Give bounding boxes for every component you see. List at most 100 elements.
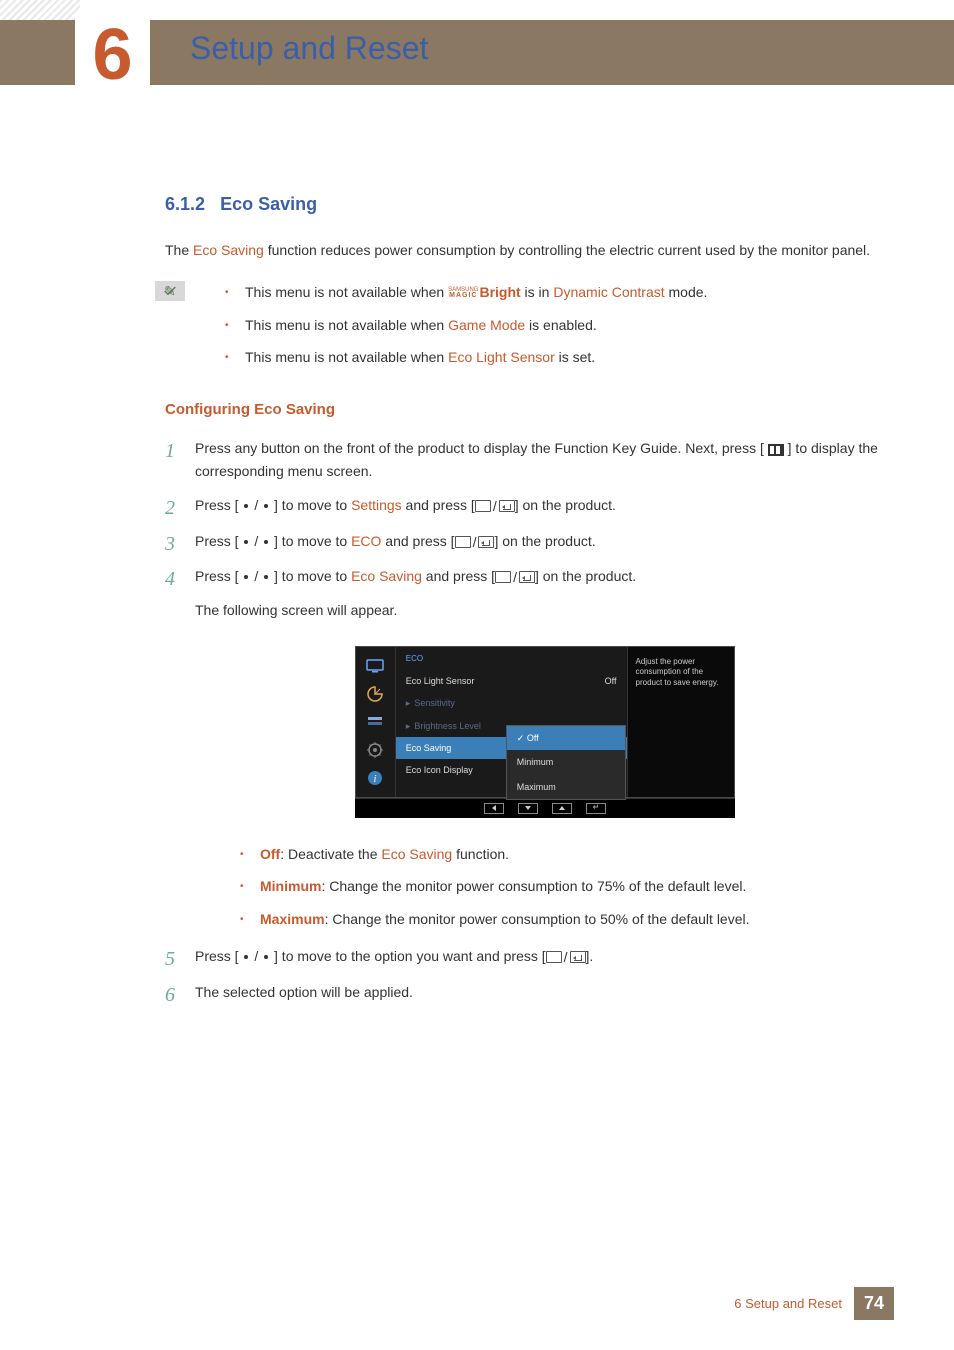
steps-list: Press any button on the front of the pro…: [165, 437, 885, 1003]
section-number: 6.1.2: [165, 194, 205, 214]
term-eco: ECO: [351, 533, 381, 549]
nav-enter-icon: /: [455, 531, 495, 553]
nav-up-icon: [552, 803, 572, 814]
term-dynamic-contrast: Dynamic Contrast: [553, 284, 664, 300]
label: Eco Icon Display: [406, 763, 473, 777]
label: Maximum: [260, 911, 325, 927]
text: ] to move to: [270, 497, 351, 513]
text: is in: [521, 284, 554, 300]
text: and press [: [402, 497, 475, 513]
text: Press any button on the front of the pro…: [195, 440, 768, 456]
osd-help-text: Adjust the power consumption of the prod…: [627, 647, 735, 797]
monitor-icon: [364, 657, 386, 675]
step-1: Press any button on the front of the pro…: [165, 437, 885, 482]
content-area: 6.1.2 Eco Saving The Eco Saving function…: [165, 190, 885, 1015]
osd-nav-bar: [355, 798, 735, 818]
text: : Deactivate the: [280, 846, 381, 862]
nav-enter-icon: /: [546, 946, 586, 968]
footer-text: 6 Setup and Reset: [734, 1296, 842, 1311]
nav-enter-icon: /: [495, 566, 535, 588]
osd-option-off: Off: [507, 726, 625, 750]
note-line-3: This menu is not available when Eco Ligh…: [225, 346, 885, 368]
osd-menu: ECO Eco Light Sensor Off ▸Sensitivity ▸B…: [396, 647, 627, 797]
dot-icon: [264, 575, 268, 579]
text: Press [: [195, 948, 242, 964]
label: Off: [260, 846, 280, 862]
term-settings: Settings: [351, 497, 402, 513]
section-heading: 6.1.2 Eco Saving: [165, 190, 885, 219]
text: is set.: [555, 349, 595, 365]
term-game-mode: Game Mode: [448, 317, 525, 333]
menu-icon: [768, 444, 784, 456]
dot-icon: [244, 955, 248, 959]
chapter-number: 6: [92, 19, 132, 91]
text: Press [: [195, 568, 242, 584]
note-block: ✎ This menu is not available when SAMSUN…: [165, 281, 885, 368]
dot-icon: [244, 575, 248, 579]
osd-breadcrumb: ECO: [396, 647, 627, 670]
text: : Change the monitor power consumption t…: [321, 878, 746, 894]
nav-left-icon: [484, 803, 504, 814]
step-6: The selected option will be applied.: [165, 981, 885, 1003]
label: Eco Light Sensor: [406, 674, 475, 688]
text: : Change the monitor power consumption t…: [325, 911, 750, 927]
note-icon: ✎: [155, 281, 185, 301]
nav-enter-icon: /: [475, 495, 515, 517]
value: Off: [605, 674, 617, 688]
nav-enter-icon: [586, 803, 606, 814]
text: Press [: [195, 497, 242, 513]
term-eco-saving: Eco Saving: [351, 568, 422, 584]
osd-option-minimum: Minimum: [507, 750, 625, 774]
intro-paragraph: The Eco Saving function reduces power co…: [165, 239, 885, 261]
term: Eco Saving: [381, 846, 452, 862]
dot-icon: [264, 504, 268, 508]
text: function.: [452, 846, 509, 862]
step-2: Press [ / ] to move to Settings and pres…: [165, 494, 885, 517]
dot-icon: [244, 540, 248, 544]
option-maximum: Maximum: Change the monitor power consum…: [240, 908, 885, 930]
note-line-2: This menu is not available when Game Mod…: [225, 314, 885, 336]
text: ].: [586, 948, 594, 964]
gear-icon: [364, 741, 386, 759]
footer: 6 Setup and Reset 74: [734, 1287, 894, 1320]
text: mode.: [665, 284, 708, 300]
osd-category-tabs: i: [356, 647, 396, 797]
osd-row-sensitivity: ▸Sensitivity: [396, 692, 627, 714]
label: Brightness Level: [414, 721, 481, 731]
svg-text:i: i: [374, 774, 377, 785]
text: ] on the product.: [515, 497, 616, 513]
chapter-badge: 6: [75, 5, 150, 105]
chapter-title: Setup and Reset: [190, 30, 428, 67]
text: This menu is not available when: [245, 317, 448, 333]
samsung-magic-badge: SAMSUNGMAGIC: [448, 288, 478, 300]
osd-screenshot: i ECO Eco Light Sensor Off ▸Sensitivity …: [355, 646, 735, 818]
text: This menu is not available when: [245, 349, 448, 365]
osd-option-maximum: Maximum: [507, 775, 625, 799]
term-bright: Bright: [479, 284, 520, 300]
text: ] on the product.: [535, 568, 636, 584]
options-icon: [364, 713, 386, 731]
osd-options-popup: Off Minimum Maximum: [506, 725, 626, 800]
label: Sensitivity: [414, 698, 455, 708]
option-minimum: Minimum: Change the monitor power consum…: [240, 875, 885, 897]
dot-icon: [264, 540, 268, 544]
step-4: Press [ / ] to move to Eco Saving and pr…: [165, 565, 885, 930]
dot-icon: [264, 955, 268, 959]
note-line-1: This menu is not available when SAMSUNGM…: [225, 281, 885, 303]
text: and press [: [381, 533, 454, 549]
term-eco-light-sensor: Eco Light Sensor: [448, 349, 555, 365]
osd-row-eco-light-sensor: Eco Light Sensor Off: [396, 670, 627, 692]
text: function reduces power consumption by co…: [264, 242, 870, 258]
text: Press [: [195, 533, 242, 549]
nav-down-icon: [518, 803, 538, 814]
info-icon: i: [364, 769, 386, 787]
subheading: Configuring Eco Saving: [165, 398, 885, 422]
text: ] to move to the option you want and pre…: [270, 948, 546, 964]
step-5: Press [ / ] to move to the option you wa…: [165, 945, 885, 968]
options-list: Off: Deactivate the Eco Saving function.…: [240, 843, 885, 930]
text: ] on the product.: [494, 533, 595, 549]
text: ] to move to: [270, 533, 351, 549]
step-3: Press [ / ] to move to ECO and press [/]…: [165, 530, 885, 553]
term-eco-saving: Eco Saving: [193, 242, 264, 258]
label: Eco Saving: [406, 741, 452, 755]
